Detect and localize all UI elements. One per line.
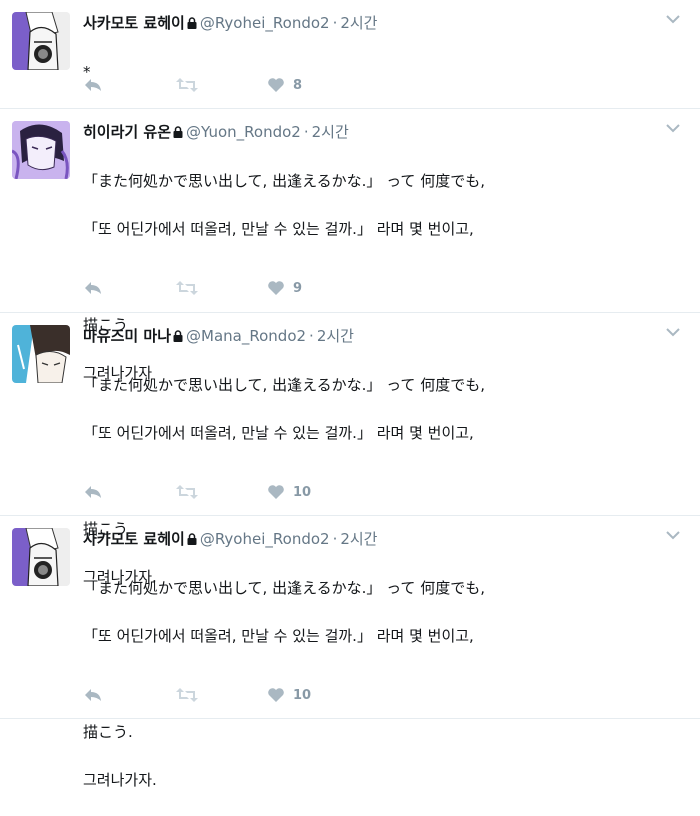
like-button[interactable]: 9	[267, 276, 387, 300]
separator-dot: ·	[309, 327, 314, 345]
display-name[interactable]: 마유즈미 마나	[83, 327, 171, 345]
reply-button[interactable]	[83, 73, 175, 97]
timestamp[interactable]: 2시간	[312, 123, 349, 141]
reply-icon	[85, 689, 101, 701]
chevron-down-icon[interactable]	[666, 14, 680, 24]
timestamp[interactable]: 2시간	[340, 530, 377, 548]
avatar-ryohei-icon	[12, 528, 70, 586]
timestamp[interactable]: 2시간	[317, 327, 354, 345]
reply-button[interactable]	[83, 683, 175, 707]
lock-icon	[173, 330, 183, 342]
tweet-text: *	[83, 36, 680, 108]
user-handle[interactable]: @Ryohei_Rondo2	[200, 14, 330, 32]
reply-button[interactable]	[83, 276, 175, 300]
like-count: 9	[293, 280, 303, 296]
like-button[interactable]: 10	[267, 683, 387, 707]
reply-icon	[85, 282, 101, 294]
chevron-down-icon[interactable]	[666, 123, 680, 133]
display-name[interactable]: 사카모토 료헤이	[83, 530, 185, 548]
tweet-actions: 9	[83, 276, 387, 300]
lock-icon	[187, 17, 197, 29]
heart-icon	[268, 78, 284, 92]
like-count: 8	[293, 77, 303, 93]
tweet[interactable]: 마유즈미 마나 @Mana_Rondo2 · 2시간 「また何処かで思い出して, 出逢…	[0, 313, 700, 586]
heart-icon	[268, 281, 284, 295]
tweet[interactable]: 사카모토 료헤이 @Ryohei_Rondo2 · 2시간 「また何処かで思い出して,…	[0, 516, 700, 789]
tweet-text-line: 「또 어딘가에서 떠올려, 만날 수 있는 걸까.」 라며 몇 번이고,	[83, 424, 474, 442]
tweet-text-line: 描こう.	[83, 723, 133, 741]
avatar[interactable]	[12, 325, 70, 383]
retweet-button[interactable]	[175, 276, 267, 300]
tweet-text-line: 「また何処かで思い出して, 出逢えるかな.」 って 何度でも,	[83, 376, 485, 394]
tweet-text-line: 「또 어딘가에서 떠올려, 만날 수 있는 걸까.」 라며 몇 번이고,	[83, 220, 474, 238]
user-handle[interactable]: @Yuon_Rondo2	[186, 123, 301, 141]
tweet[interactable]: 사카모토 료헤이 @Ryohei_Rondo2 · 2시간 * 8	[0, 0, 700, 109]
separator-dot: ·	[332, 14, 338, 32]
tweet-actions: 10	[83, 480, 387, 504]
user-handle[interactable]: @Ryohei_Rondo2	[200, 530, 330, 548]
avatar-mana-icon	[12, 325, 70, 383]
heart-icon	[268, 485, 284, 499]
timestamp[interactable]: 2시간	[340, 14, 377, 32]
avatar-ryohei-icon	[12, 12, 70, 70]
display-name[interactable]: 사카모토 료헤이	[83, 14, 185, 32]
avatar-yuon-icon	[12, 121, 70, 179]
tweet[interactable]: 히이라기 유온 @Yuon_Rondo2 · 2시간 「また何処かで思い出して, 出逢…	[0, 109, 700, 382]
timeline-feed: 사카모토 료헤이 @Ryohei_Rondo2 · 2시간 * 8 히이라기 유…	[0, 0, 700, 789]
like-button[interactable]: 8	[267, 73, 387, 97]
retweet-icon	[176, 688, 198, 702]
retweet-icon	[176, 78, 198, 92]
retweet-button[interactable]	[175, 683, 267, 707]
separator-dot: ·	[303, 123, 309, 141]
separator-dot: ·	[332, 530, 338, 548]
avatar[interactable]	[12, 121, 70, 179]
tweet-text-line: 그려나가자.	[83, 771, 157, 789]
reply-icon	[85, 486, 101, 498]
heart-icon	[268, 688, 284, 702]
lock-icon	[173, 126, 183, 138]
tweet-actions: 8	[83, 73, 387, 97]
like-count: 10	[293, 687, 312, 703]
tweet-text-line: 「또 어딘가에서 떠올려, 만날 수 있는 걸까.」 라며 몇 번이고,	[83, 627, 474, 645]
display-name[interactable]: 히이라기 유온	[83, 123, 171, 141]
tweet-actions: 10	[83, 683, 387, 707]
lock-icon	[187, 533, 197, 545]
tweet-text-line: 「また何処かで思い出して, 出逢えるかな.」 って 何度でも,	[83, 172, 485, 190]
retweet-icon	[176, 485, 198, 499]
chevron-down-icon[interactable]	[666, 530, 680, 540]
reply-button[interactable]	[83, 480, 175, 504]
retweet-icon	[176, 281, 198, 295]
like-button[interactable]: 10	[267, 480, 387, 504]
chevron-down-icon[interactable]	[666, 327, 680, 337]
reply-icon	[85, 79, 101, 91]
avatar[interactable]	[12, 528, 70, 586]
retweet-button[interactable]	[175, 480, 267, 504]
tweet-text-line: 「また何処かで思い出して, 出逢えるかな.」 って 何度でも,	[83, 579, 485, 597]
user-handle[interactable]: @Mana_Rondo2	[186, 327, 306, 345]
like-count: 10	[293, 484, 312, 500]
avatar[interactable]	[12, 12, 70, 70]
retweet-button[interactable]	[175, 73, 267, 97]
